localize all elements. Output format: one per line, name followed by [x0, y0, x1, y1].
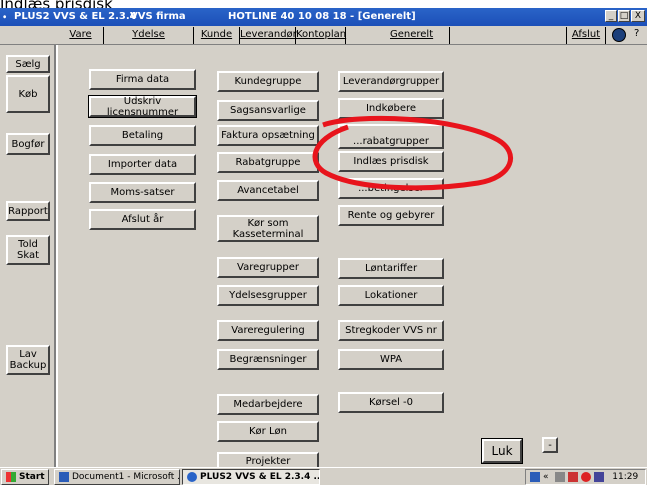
luk-button[interactable]: Luk — [481, 438, 523, 464]
shield-icon[interactable] — [581, 471, 592, 482]
plus2-app-icon — [187, 471, 197, 482]
menu-leverandor[interactable]: Leverandør — [240, 27, 297, 44]
btn-vareregulering[interactable]: Vareregulering — [217, 320, 319, 341]
sidebar-saelg[interactable]: Sælg — [6, 55, 50, 73]
btn-betingelser[interactable]: ...betingelser — [338, 178, 444, 199]
btn-medarbejdere[interactable]: Medarbejdere — [217, 394, 319, 415]
btn-importer-data[interactable]: Importer data — [89, 154, 196, 175]
start-label: Start — [19, 472, 45, 482]
btn-betaling[interactable]: Betaling — [89, 125, 196, 146]
app-icon: 🞄 — [3, 11, 7, 22]
taskbar: Start Document1 - Microsoft ... PLUS2 VV… — [0, 467, 647, 485]
btn-rabatgruppe[interactable]: Rabatgruppe — [217, 152, 319, 173]
btn-projekter[interactable]: Projekter — [217, 452, 319, 467]
hotline-title: HOTLINE 40 10 08 18 - [Generelt] — [228, 11, 416, 22]
btn-koer-loen[interactable]: Kør Løn — [217, 421, 319, 442]
speaker-icon[interactable] — [555, 471, 566, 482]
firma-title: VVS firma — [130, 11, 186, 22]
btn-indlaes-prisdisk[interactable]: Indlæs prisdisk — [338, 151, 444, 172]
btn-koersel[interactable]: Kørsel -0 — [338, 392, 444, 413]
menu-generelt[interactable]: Generelt — [346, 27, 450, 44]
btn-begraensninger[interactable]: Begrænsninger — [217, 349, 319, 370]
btn-udskriv-licensnummer[interactable]: Udskriv licensnummer — [88, 95, 197, 118]
small-button[interactable]: - — [542, 437, 558, 453]
minimize-button[interactable]: _ — [605, 10, 617, 22]
btn-afslut-aar[interactable]: Afslut år — [89, 209, 196, 230]
menu-kunde[interactable]: Kunde — [194, 27, 240, 44]
help-icon[interactable] — [612, 28, 626, 42]
btn-sagsansvarlige[interactable]: Sagsansvarlige — [217, 100, 319, 121]
windows-logo-icon — [6, 471, 16, 482]
menu-kontoplan[interactable]: Kontoplan — [296, 27, 346, 44]
clock: 11:29 — [612, 472, 639, 482]
monitor-icon[interactable] — [594, 471, 605, 482]
sidebar-lav-backup[interactable]: Lav Backup — [6, 345, 50, 375]
btn-rabatgrupper[interactable]: ...rabatgrupper — [338, 124, 444, 149]
taskbar-plus2[interactable]: PLUS2 VVS & EL 2.3.4 ... — [182, 469, 320, 485]
btn-firma-data[interactable]: Firma data — [89, 69, 196, 90]
menu-afslut[interactable]: Afslut — [566, 27, 606, 44]
system-tray: « 11:29 — [525, 469, 646, 485]
btn-avancetabel[interactable]: Avancetabel — [217, 180, 319, 201]
left-sidebar: Sælg Køb Bogfør Rapport Told Skat Lav Ba… — [0, 45, 56, 467]
title-bar: 🞄 PLUS2 VVS & EL 2.3.4 VVS firma HOTLINE… — [0, 8, 647, 26]
btn-indkoebere[interactable]: Indkøbere — [338, 98, 444, 119]
question-icon[interactable]: ? — [634, 28, 639, 39]
btn-wpa[interactable]: WPA — [338, 349, 444, 370]
maximize-button[interactable]: □ — [618, 10, 630, 22]
btn-moms-satser[interactable]: Moms-satser — [89, 182, 196, 203]
sidebar-kob[interactable]: Køb — [6, 75, 50, 113]
btn-rente-og-gebyrer[interactable]: Rente og gebyrer — [338, 205, 444, 226]
btn-loentariffer[interactable]: Løntariffer — [338, 258, 444, 279]
btn-leverandoergrupper[interactable]: Leverandørgrupper — [338, 71, 444, 92]
sidebar-rapport[interactable]: Rapport — [6, 201, 50, 221]
tray-app-icon[interactable] — [530, 471, 540, 482]
btn-ydelsesgrupper[interactable]: Ydelsesgrupper — [217, 285, 319, 306]
app-title: PLUS2 VVS & EL 2.3.4 — [14, 11, 137, 22]
btn-koer-som-kasseterminal[interactable]: Kør som Kasseterminal — [217, 215, 319, 242]
main-panel: Firma data Udskriv licensnummer Betaling… — [58, 45, 647, 467]
taskbar-document1[interactable]: Document1 - Microsoft ... — [54, 469, 180, 485]
close-button[interactable]: X — [631, 10, 645, 22]
btn-stregkoder-vvs-nr[interactable]: Stregkoder VVS nr — [338, 320, 444, 341]
btn-kundegruppe[interactable]: Kundegruppe — [217, 71, 319, 92]
start-button[interactable]: Start — [1, 469, 49, 485]
word-icon — [59, 471, 69, 482]
sidebar-told-skat[interactable]: Told Skat — [6, 235, 50, 265]
tray-expand[interactable]: « — [543, 472, 549, 482]
menu-vare[interactable]: Vare — [58, 27, 104, 44]
app-label: PLUS2 VVS & EL 2.3.4 ... — [200, 472, 320, 482]
btn-varegrupper[interactable]: Varegrupper — [217, 257, 319, 278]
btn-lokationer[interactable]: Lokationer — [338, 285, 444, 306]
btn-faktura-opsaetning[interactable]: Faktura opsætning — [217, 125, 319, 146]
menu-ydelse[interactable]: Ydelse — [104, 27, 194, 44]
network-icon[interactable] — [568, 471, 579, 482]
sidebar-bogfor[interactable]: Bogfør — [6, 133, 50, 155]
doc-label: Document1 - Microsoft ... — [72, 472, 180, 482]
menu-bar: Vare Ydelse Kunde Leverandør Kontoplan G… — [0, 26, 647, 45]
